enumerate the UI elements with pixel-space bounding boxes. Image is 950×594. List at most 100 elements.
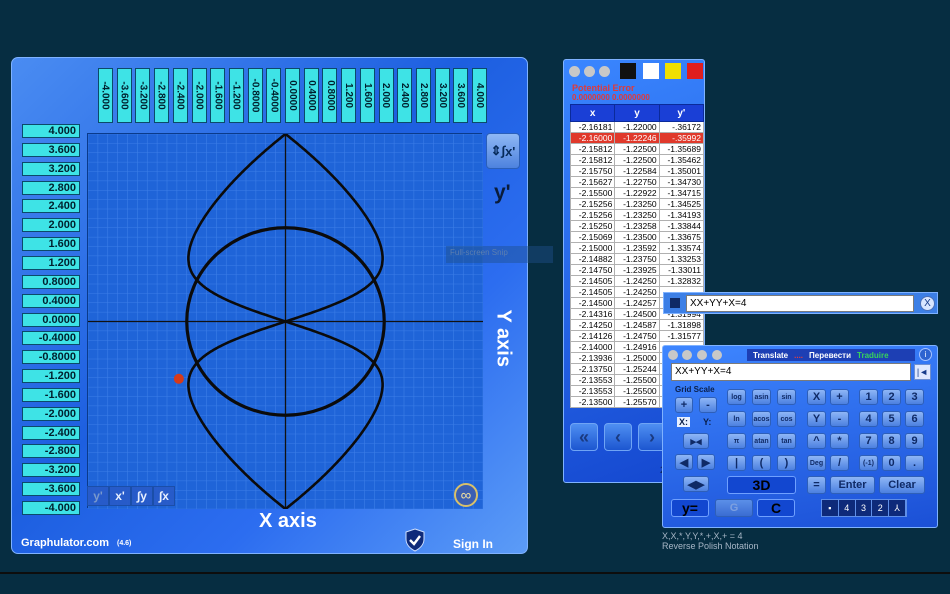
pan-both-button[interactable]: ◀▶: [683, 476, 709, 492]
grid-scale-minus-button[interactable]: -: [699, 397, 717, 413]
first-page-button[interactable]: «: [570, 423, 598, 451]
digit-1-key[interactable]: 1: [859, 389, 878, 405]
precision-4[interactable]: 4: [839, 500, 856, 516]
grid-scale-plus-button[interactable]: +: [675, 397, 693, 413]
translate-bar[interactable]: Translate .... Перевести Traduire: [747, 349, 915, 361]
equation-field[interactable]: XX+YY+X=4: [686, 295, 914, 312]
digit-9-key[interactable]: 9: [905, 433, 924, 449]
precision-icon[interactable]: ▪: [822, 500, 839, 516]
table-row[interactable]: -2.14250 -1.24587 -1.31898: [569, 319, 704, 331]
table-row[interactable]: -2.15627 -1.22750 -1.34730: [569, 176, 704, 188]
table-row[interactable]: -2.15500 -1.22922 -1.34715: [569, 187, 704, 199]
divide-key[interactable]: /: [830, 455, 849, 471]
table-row[interactable]: -2.16181 -1.22000 -.36172: [569, 121, 704, 133]
color-swatch-red[interactable]: [687, 63, 703, 79]
plot-svg[interactable]: [88, 134, 483, 509]
translate-label[interactable]: Translate: [753, 351, 788, 360]
digit-4-key[interactable]: 4: [859, 411, 878, 427]
y-equals-button[interactable]: y=: [671, 499, 709, 517]
left-paren-key[interactable]: (: [752, 455, 771, 471]
subtract-key[interactable]: -: [830, 411, 849, 427]
table-row[interactable]: -2.14126 -1.24750 -1.31577: [569, 330, 704, 342]
digit-8-key[interactable]: 8: [882, 433, 901, 449]
derivative-toggle-button[interactable]: ⇕∫ x': [486, 133, 520, 169]
window-close-dot[interactable]: [569, 66, 580, 77]
precision-3[interactable]: 3: [856, 500, 873, 516]
sign-in-link[interactable]: Sign In: [453, 537, 493, 551]
prev-page-button[interactable]: ‹: [604, 423, 632, 451]
acos-key[interactable]: acos: [752, 411, 771, 427]
table-row[interactable]: -2.16000 -1.22246 -.35992: [569, 132, 704, 144]
table-row[interactable]: -2.14505 -1.24250 -1.32832: [569, 275, 704, 287]
close-icon[interactable]: X: [920, 296, 935, 311]
keypad-max-dot[interactable]: [697, 350, 707, 360]
table-row[interactable]: -2.15812 -1.22500 -1.35462: [569, 154, 704, 166]
log-key[interactable]: log: [727, 389, 746, 405]
keypad-min-dot[interactable]: [682, 350, 692, 360]
table-row[interactable]: -2.15069 -1.23500 -1.33675: [569, 231, 704, 243]
keypad-extra-dot[interactable]: [712, 350, 722, 360]
table-row[interactable]: -2.14750 -1.23925 -1.33011: [569, 264, 704, 276]
digit-5-key[interactable]: 5: [882, 411, 901, 427]
three-d-button[interactable]: 3D: [727, 476, 796, 494]
digit-3-key[interactable]: 3: [905, 389, 924, 405]
decimal-key[interactable]: .: [905, 455, 924, 471]
equals-key[interactable]: =: [807, 476, 826, 494]
g-button[interactable]: G: [715, 499, 753, 517]
c-button[interactable]: C: [757, 499, 795, 517]
plot-area[interactable]: [87, 133, 483, 509]
x-variable-key[interactable]: X: [807, 389, 826, 405]
compass-icon[interactable]: ⅄: [889, 500, 906, 516]
table-row[interactable]: -2.15812 -1.22500 -1.35689: [569, 143, 704, 155]
tab-y-prime[interactable]: y': [87, 486, 109, 506]
shield-icon[interactable]: [404, 528, 426, 552]
window-min-dot[interactable]: [584, 66, 595, 77]
col-header-yprime[interactable]: y': [658, 104, 704, 122]
digit-2-key[interactable]: 2: [882, 389, 901, 405]
info-icon[interactable]: i: [919, 348, 932, 361]
marked-point[interactable]: [173, 373, 184, 384]
degree-key[interactable]: Deg: [807, 455, 826, 471]
precision-selector[interactable]: ▪ 4 3 2 ⅄: [821, 499, 907, 517]
negate-key[interactable]: (-1): [859, 455, 878, 471]
asin-key[interactable]: asin: [752, 389, 771, 405]
table-row[interactable]: -2.15256 -1.23250 -1.34525: [569, 198, 704, 210]
power-key[interactable]: ^: [807, 433, 826, 449]
x-scale-label[interactable]: X:: [677, 417, 690, 427]
enter-button[interactable]: Enter: [830, 476, 875, 494]
table-row[interactable]: -2.14882 -1.23750 -1.33253: [569, 253, 704, 265]
color-swatch-yellow[interactable]: [665, 63, 681, 79]
window-max-dot[interactable]: [599, 66, 610, 77]
right-paren-key[interactable]: ): [777, 455, 796, 471]
color-swatch-black[interactable]: [620, 63, 636, 79]
add-key[interactable]: +: [830, 389, 849, 405]
abs-key[interactable]: |: [727, 455, 746, 471]
translate-fr-label[interactable]: Traduire: [857, 351, 889, 360]
tab-x-prime[interactable]: x': [109, 486, 131, 506]
keypad-equation-input[interactable]: XX+YY+X=4: [671, 363, 911, 381]
atan-key[interactable]: atan: [752, 433, 771, 449]
pi-key[interactable]: π: [727, 433, 746, 449]
table-row[interactable]: -2.15256 -1.23250 -1.34193: [569, 209, 704, 221]
clear-button[interactable]: Clear: [879, 476, 925, 494]
col-header-y[interactable]: y: [614, 104, 660, 122]
zoom-horizontal-button[interactable]: ▸◂: [683, 433, 709, 449]
table-row[interactable]: -2.15000 -1.23592 -1.33574: [569, 242, 704, 254]
keypad-close-dot[interactable]: [668, 350, 678, 360]
sin-key[interactable]: sin: [777, 389, 796, 405]
y-variable-key[interactable]: Y: [807, 411, 826, 427]
digit-0-key[interactable]: 0: [882, 455, 901, 471]
infinity-icon[interactable]: ∞: [454, 483, 478, 507]
precision-2[interactable]: 2: [872, 500, 890, 516]
multiply-key[interactable]: *: [830, 433, 849, 449]
digit-6-key[interactable]: 6: [905, 411, 924, 427]
cos-key[interactable]: cos: [777, 411, 796, 427]
table-row[interactable]: -2.15250 -1.23258 -1.33844: [569, 220, 704, 232]
digit-7-key[interactable]: 7: [859, 433, 878, 449]
ln-key[interactable]: ln: [727, 411, 746, 427]
color-swatch-white[interactable]: [643, 63, 659, 79]
table-row[interactable]: -2.15750 -1.22584 -1.35001: [569, 165, 704, 177]
tab-integral-y[interactable]: ∫y: [131, 486, 153, 506]
pan-left-button[interactable]: ◀: [675, 454, 693, 470]
tan-key[interactable]: tan: [777, 433, 796, 449]
